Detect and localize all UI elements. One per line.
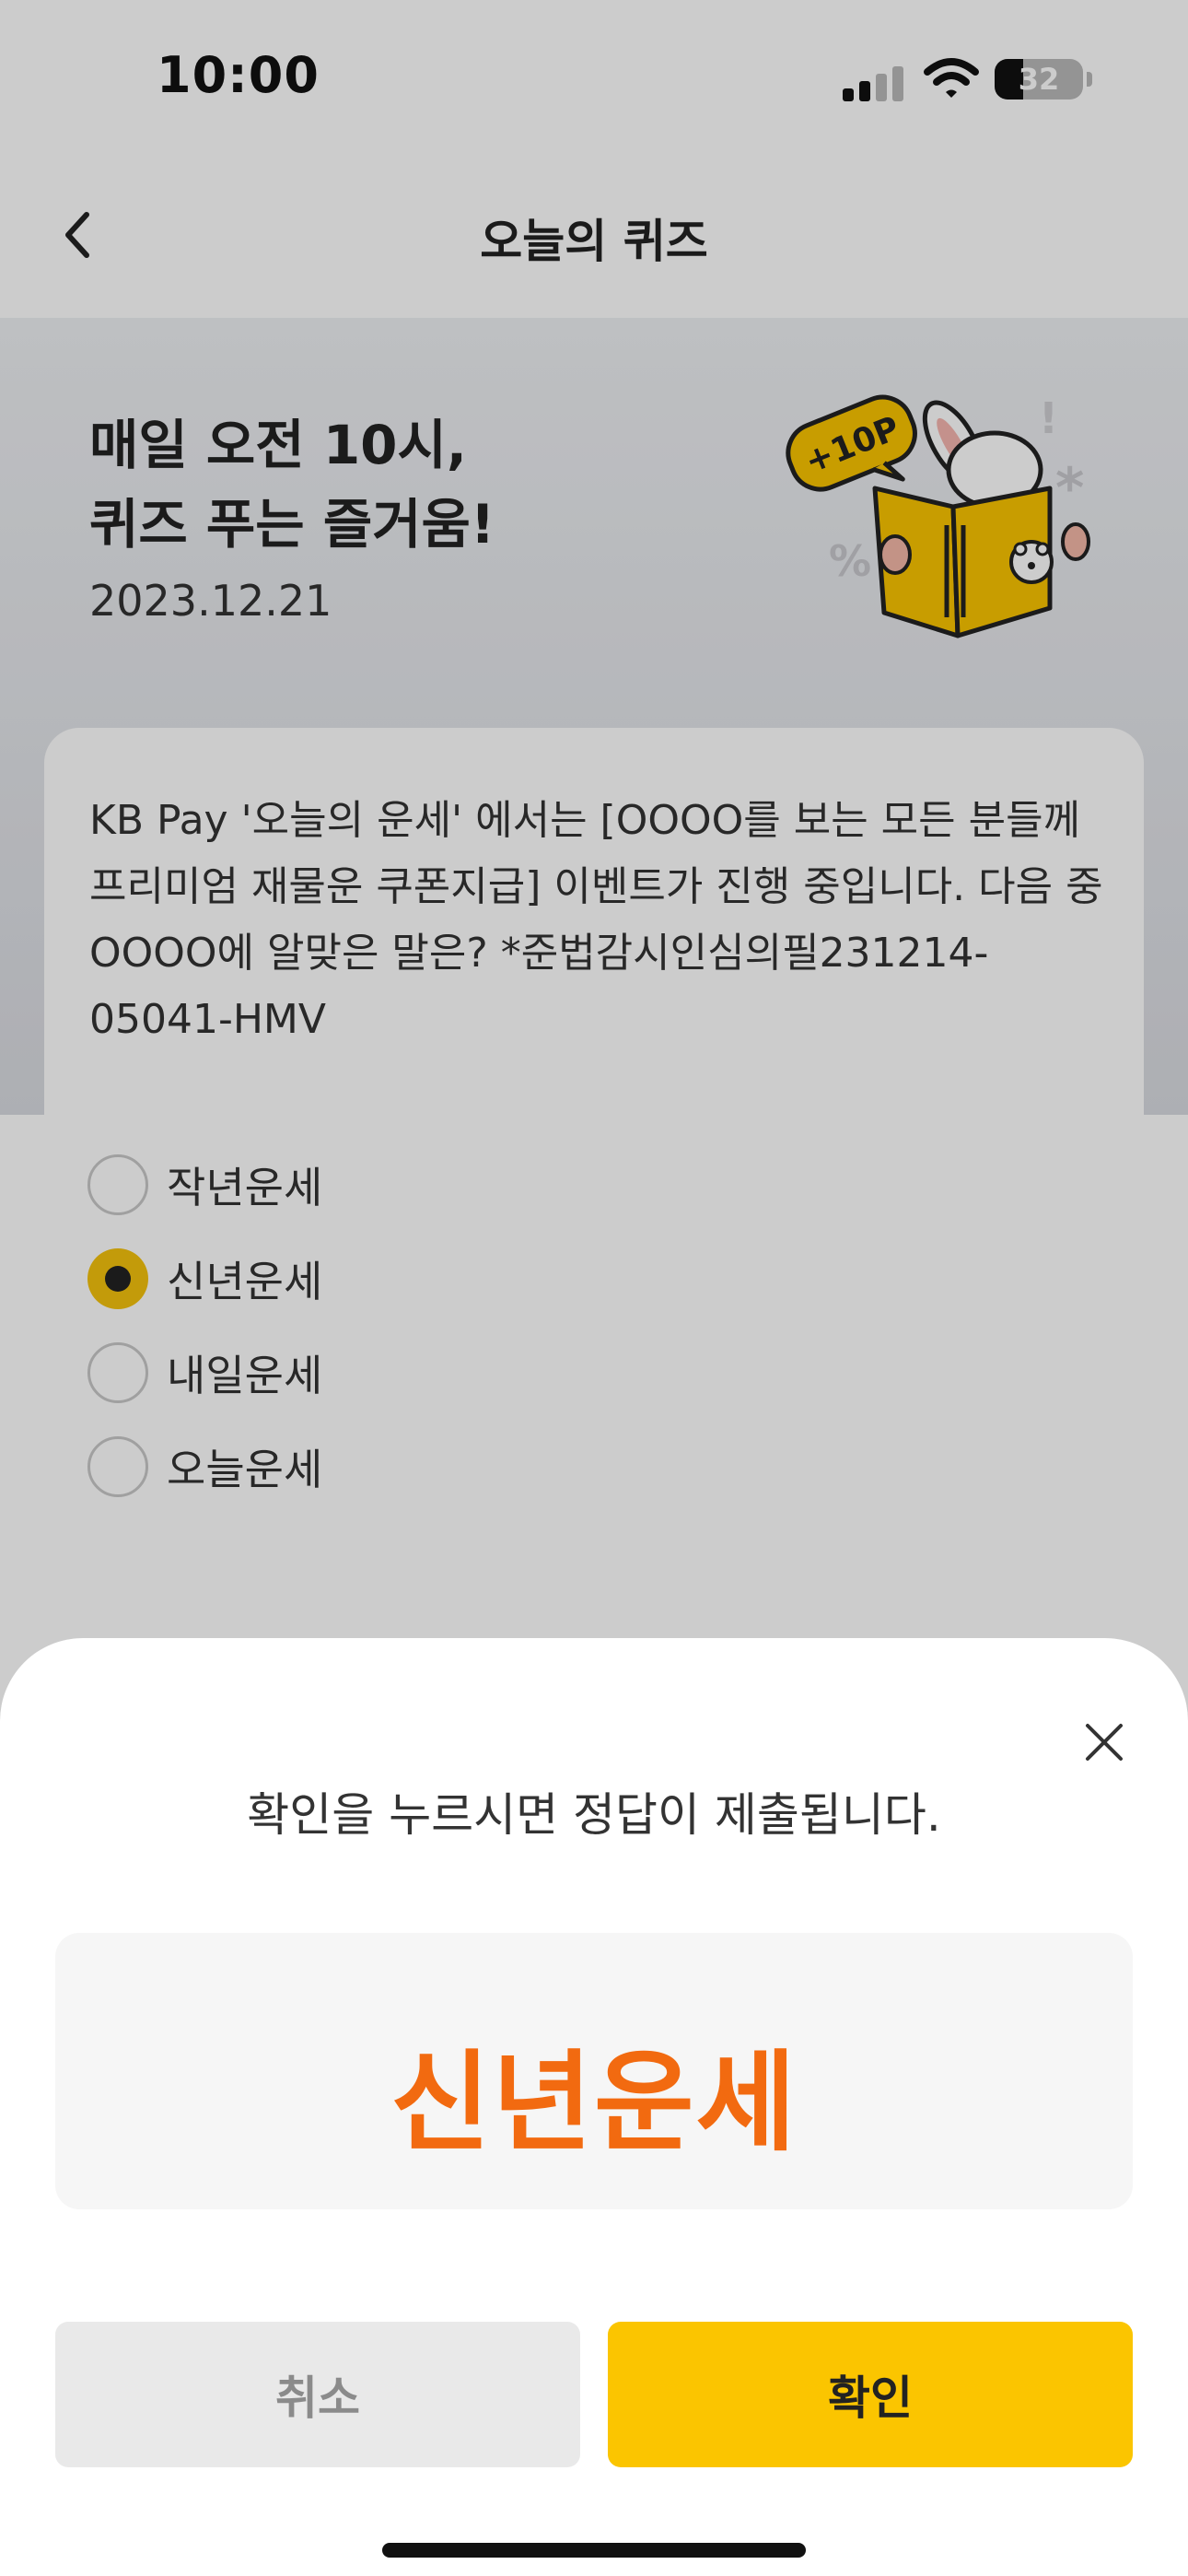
cancel-button[interactable]: 취소 [55, 2322, 580, 2467]
selected-answer-box: 신년운세 [55, 1933, 1133, 2209]
selected-answer: 신년운세 [390, 2039, 798, 2166]
confirm-message: 확인을 누르시면 정답이 제출됩니다. [247, 1788, 941, 1842]
close-button[interactable] [1072, 1710, 1136, 1774]
home-indicator [382, 2543, 806, 2558]
close-icon [1086, 1724, 1123, 1761]
confirm-bottom-sheet: 확인을 누르시면 정답이 제출됩니다. 신년운세 취소 확인 [0, 1638, 1188, 2576]
confirm-button[interactable]: 확인 [608, 2322, 1133, 2467]
